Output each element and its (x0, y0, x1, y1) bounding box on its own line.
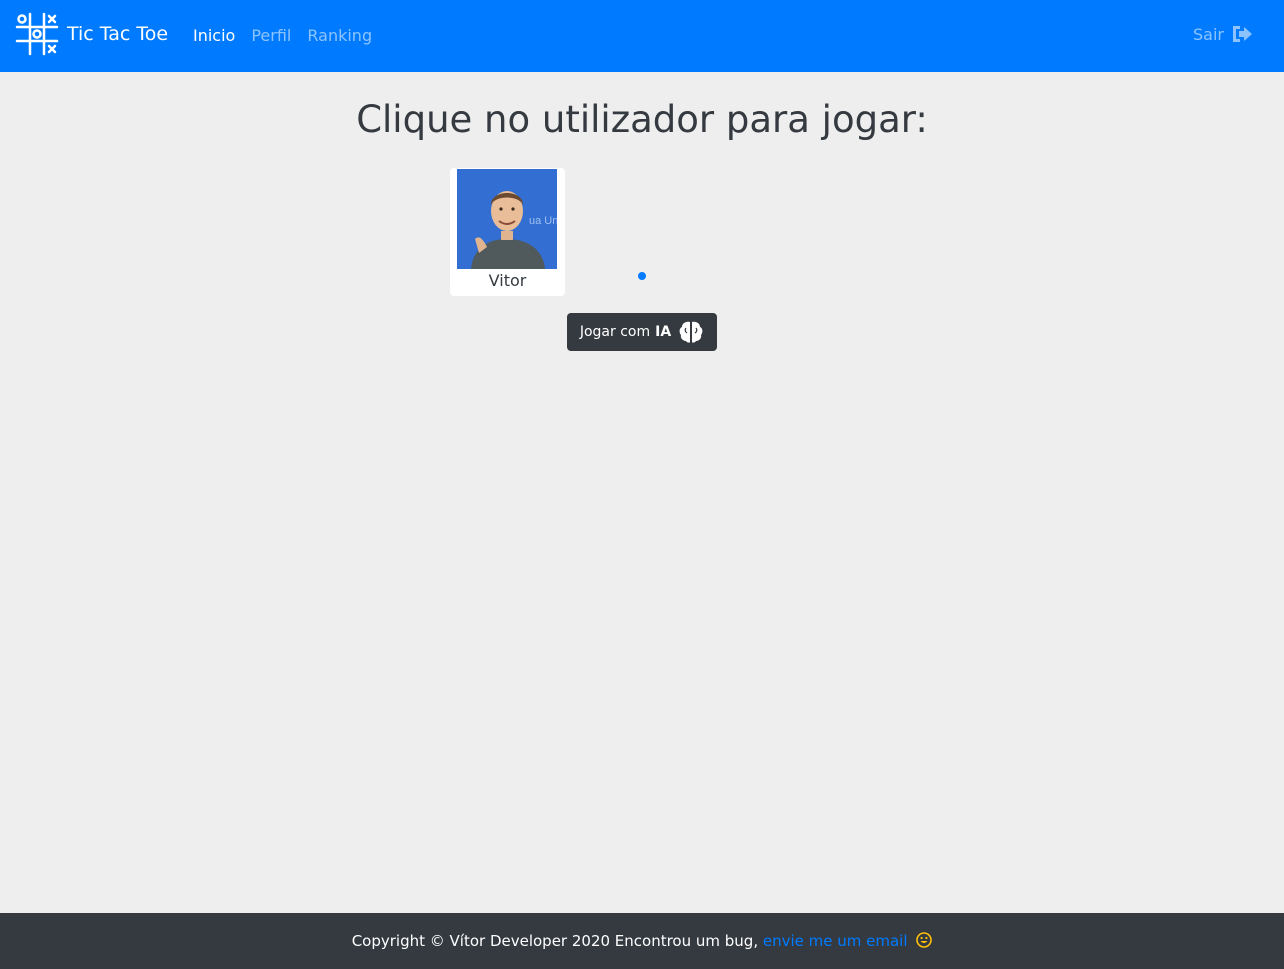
brand-link[interactable]: Tic Tac Toe (15, 12, 168, 56)
page-title: Clique no utilizador para jogar: (356, 98, 928, 141)
brand-title: Tic Tac Toe (67, 23, 169, 45)
logout-button[interactable]: Sair (1193, 24, 1253, 44)
brain-icon (679, 321, 703, 343)
nav-link-perfil[interactable]: Perfil (251, 24, 291, 48)
logout-label: Sair (1193, 24, 1224, 44)
footer-email-link[interactable]: envie me um email (763, 932, 908, 950)
play-ai-button[interactable]: Jogar com IA (567, 313, 717, 351)
avatar: ua Un (457, 169, 557, 269)
sign-out-icon (1233, 26, 1252, 42)
user-name: Vitor (488, 271, 527, 290)
svg-text:ua Un: ua Un (529, 215, 557, 227)
user-photo: ua Un (457, 169, 557, 269)
nav-links: Inicio Perfil Ranking (193, 24, 388, 48)
navbar: Tic Tac Toe Inicio Perfil Ranking Sair (0, 0, 1284, 72)
nav-link-inicio[interactable]: Inicio (193, 24, 235, 48)
tic-tac-toe-logo-icon (15, 12, 59, 56)
footer: Copyright © Vítor Developer 2020 Encontr… (0, 913, 1284, 969)
loading-dot (638, 272, 646, 280)
user-card[interactable]: ua Un Vitor (450, 168, 565, 296)
footer-text: Copyright © Vítor Developer 2020 Encontr… (351, 932, 759, 950)
smile-icon (916, 932, 933, 948)
ai-button-label: Jogar com (579, 324, 651, 340)
ai-button-strong: IA (655, 324, 672, 340)
nav-link-ranking[interactable]: Ranking (307, 24, 372, 48)
